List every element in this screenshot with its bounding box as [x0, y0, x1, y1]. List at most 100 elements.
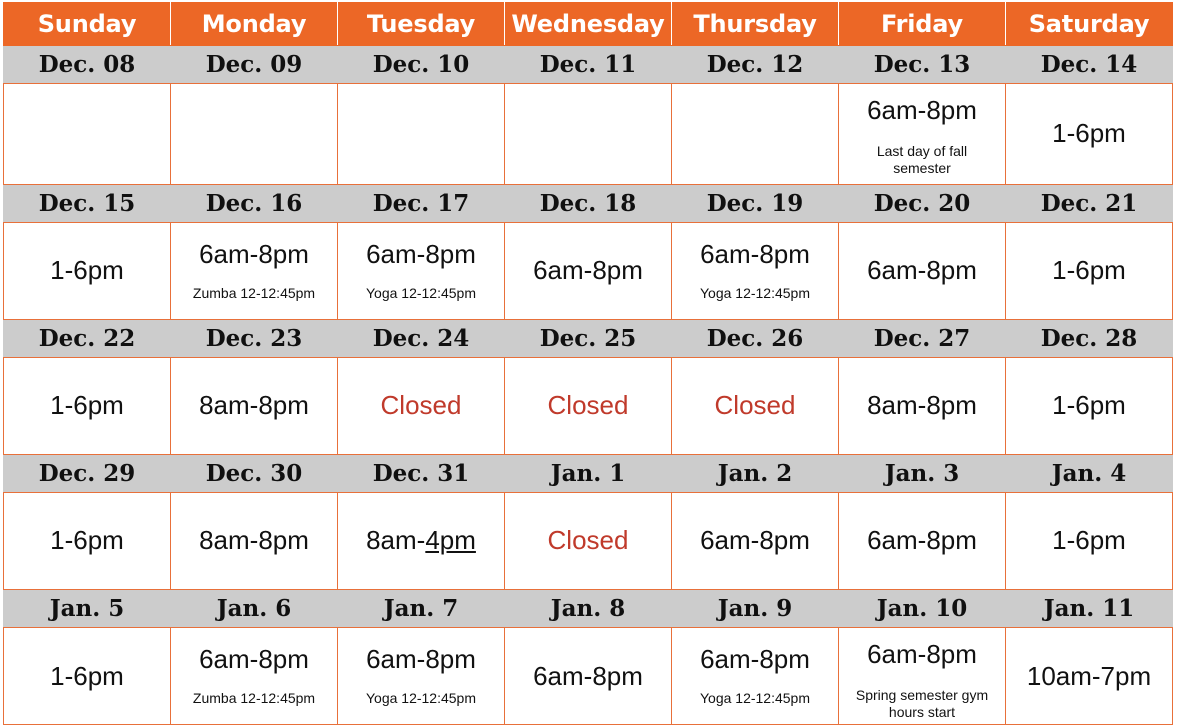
day-cell: 6am-8pm	[671, 492, 839, 590]
day-cell: 1-6pm	[1005, 492, 1173, 590]
day-cell-content: 1-6pm	[1006, 358, 1172, 454]
date-label: Jan. 8	[504, 589, 672, 628]
hours-text: 6am-8pm	[867, 639, 977, 669]
hours-text: 6am-8pm	[700, 644, 810, 675]
date-label: Dec. 13	[838, 45, 1006, 84]
date-label: Dec. 20	[838, 184, 1006, 223]
day-cell: 6am-8pm	[838, 492, 1006, 590]
date-row: Dec. 15 Dec. 16 Dec. 17 Dec. 18 Dec. 19 Dec. …	[3, 184, 1173, 223]
hours-text: 8am-8pm	[199, 390, 309, 421]
day-cell-content: 8am-8pm	[171, 358, 337, 454]
hours-text: 1-6pm	[50, 525, 124, 556]
day-cell-content: 6am-8pm Yoga 12-12:45pm	[672, 223, 838, 319]
date-label: Dec. 31	[337, 454, 505, 493]
closed-status: Closed	[547, 390, 629, 421]
date-label: Dec. 24	[337, 319, 505, 358]
date-row: Dec. 08 Dec. 09 Dec. 10 Dec. 11 Dec. 12 Dec. …	[3, 45, 1173, 84]
day-cell-content: Closed	[338, 358, 504, 454]
day-cell: 1-6pm	[3, 357, 171, 455]
hours-text: 6am-8pm	[366, 644, 476, 675]
date-label: Jan. 6	[170, 589, 338, 628]
day-cell: 1-6pm	[3, 222, 171, 320]
hours-row: 1-6pm 8am-8pm 8am-4pm Closed 6am-8pm 6am-8pm 1…	[3, 492, 1173, 590]
date-label: Dec. 15	[3, 184, 171, 223]
day-cell-content	[171, 84, 337, 184]
day-cell: 1-6pm	[3, 626, 171, 725]
day-cell: 1-6pm	[3, 492, 171, 590]
weekday-header-row: Sunday Monday Tuesday Wednesday Thursday Frid…	[3, 2, 1173, 46]
day-cell: 6am-8pm Yoga 12-12:45pm	[671, 626, 839, 725]
day-cell: 8am-8pm	[170, 357, 338, 455]
day-cell-content: 10am-7pm	[1006, 628, 1172, 724]
day-cell: 1-6pm	[1005, 222, 1173, 320]
date-label: Jan. 1	[504, 454, 672, 493]
gym-hours-calendar: Sunday Monday Tuesday Wednesday Thursday Frid…	[0, 0, 1177, 725]
day-cell-content: 6am-8pm	[672, 493, 838, 589]
closed-status: Closed	[380, 390, 462, 421]
day-cell: Closed	[504, 492, 672, 590]
day-cell: 8am-8pm	[838, 357, 1006, 455]
date-label: Dec. 29	[3, 454, 171, 493]
hours-underlined-part: 4pm	[425, 525, 476, 556]
day-cell-content: 6am-8pm	[839, 493, 1005, 589]
date-label: Dec. 22	[3, 319, 171, 358]
day-cell-content: Closed	[505, 493, 671, 589]
day-cell-content: 6am-8pm Yoga 12-12:45pm	[672, 628, 838, 724]
date-label: Dec. 10	[337, 45, 505, 84]
day-cell: 6am-8pm Last day of fall semester	[838, 83, 1006, 185]
date-label: Jan. 3	[838, 454, 1006, 493]
hours-text: 6am-8pm	[533, 660, 643, 691]
day-cell-content: 1-6pm	[1006, 493, 1172, 589]
day-note: Yoga 12-12:45pm	[699, 690, 811, 707]
hours-text: 1-6pm	[1052, 118, 1126, 149]
date-label: Jan. 9	[671, 589, 839, 628]
day-cell-content	[4, 84, 170, 184]
day-cell-content: 1-6pm	[4, 628, 170, 724]
hours-text: 6am-8pm	[366, 239, 476, 270]
day-cell-content: 6am-8pm Last day of fall semester	[839, 84, 1005, 184]
hours-text: 6am-8pm	[867, 255, 977, 286]
day-cell: 6am-8pm	[504, 222, 672, 320]
day-cell-content: Closed	[505, 358, 671, 454]
date-label: Jan. 10	[838, 589, 1006, 628]
hours-text: 6am-8pm	[199, 239, 309, 270]
hours-text: 6am-8pm	[199, 644, 309, 675]
date-label: Dec. 30	[170, 454, 338, 493]
date-row: Dec. 22 Dec. 23 Dec. 24 Dec. 25 Dec. 26 Dec. …	[3, 319, 1173, 358]
hours-text: 1-6pm	[50, 390, 124, 421]
day-cell-content: 8am-8pm	[839, 358, 1005, 454]
hours-text: 8am-4pm	[366, 525, 476, 556]
day-cell: 6am-8pm Yoga 12-12:45pm	[337, 222, 505, 320]
day-cell: 6am-8pm Yoga 12-12:45pm	[671, 222, 839, 320]
day-note: Last day of fall semester	[876, 143, 968, 176]
date-label: Dec. 17	[337, 184, 505, 223]
hours-text: 1-6pm	[50, 660, 124, 691]
weekday-header-saturday: Saturday	[1005, 2, 1173, 46]
weekday-header-monday: Monday	[170, 2, 338, 46]
day-note: Yoga 12-12:45pm	[365, 690, 477, 707]
date-label: Dec. 23	[170, 319, 338, 358]
hours-text: 1-6pm	[1052, 390, 1126, 421]
hours-text: 1-6pm	[50, 255, 124, 286]
date-row: Dec. 29 Dec. 30 Dec. 31 Jan. 1 Jan. 2 Jan. 3J…	[3, 454, 1173, 493]
date-label: Jan. 4	[1005, 454, 1173, 493]
day-cell-content: 6am-8pm	[505, 223, 671, 319]
weekday-header-wednesday: Wednesday	[504, 2, 672, 46]
day-note: Yoga 12-12:45pm	[365, 285, 477, 302]
day-cell-content: 6am-8pm	[839, 223, 1005, 319]
hours-text: 8am-8pm	[867, 390, 977, 421]
date-label: Dec. 21	[1005, 184, 1173, 223]
hours-text: 10am-7pm	[1026, 660, 1152, 691]
day-cell: 1-6pm	[1005, 357, 1173, 455]
day-cell: 8am-4pm	[337, 492, 505, 590]
date-label: Dec. 26	[671, 319, 839, 358]
date-label: Dec. 12	[671, 45, 839, 84]
day-cell: Closed	[671, 357, 839, 455]
day-cell: 8am-8pm	[170, 492, 338, 590]
day-cell-content: 1-6pm	[4, 493, 170, 589]
day-cell: 10am-7pm	[1005, 626, 1173, 725]
day-cell: 6am-8pm Yoga 12-12:45pm	[337, 626, 505, 725]
date-label: Jan. 11	[1005, 589, 1173, 628]
day-cell: 6am-8pm Zumba 12-12:45pm	[170, 626, 338, 725]
day-cell: 6am-8pm Zumba 12-12:45pm	[170, 222, 338, 320]
